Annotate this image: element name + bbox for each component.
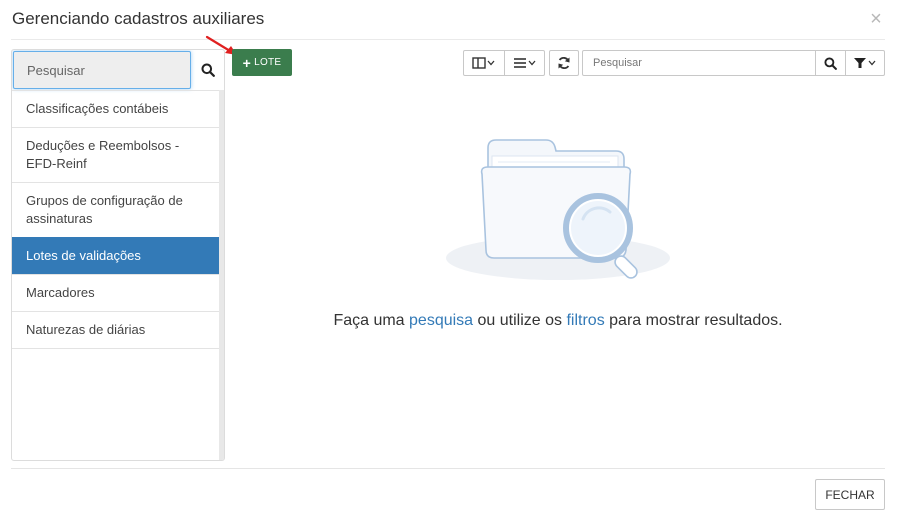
list-icon [513,58,535,68]
main-search-input[interactable] [582,50,816,76]
columns-icon [472,57,495,69]
sidebar-item-marcadores[interactable]: Marcadores [12,274,219,311]
search-icon [824,56,837,70]
sidebar-list: Classificações contábeis Deduções e Reem… [12,90,219,349]
columns-dropdown-button[interactable] [463,50,505,76]
close-icon[interactable]: × [866,9,886,29]
close-button[interactable]: FECHAR [815,479,885,510]
header-divider [11,39,885,40]
sidebar-scrollbar[interactable] [219,90,224,460]
refresh-button[interactable] [549,50,579,76]
main-search-button[interactable] [815,50,846,76]
empty-state-suffix: para mostrar resultados. [604,312,783,329]
filter-dropdown-button[interactable] [845,50,885,76]
empty-state-middle: ou utilize os [473,312,567,329]
filter-icon [854,58,876,68]
refresh-icon [558,56,570,70]
empty-state-message: Faça uma pesquisa ou utilize os filtros … [240,312,876,330]
plus-icon: + [242,54,252,71]
add-lote-label: LOTE [254,57,282,68]
search-link[interactable]: pesquisa [409,312,473,329]
add-lote-button[interactable]: + LOTE [232,49,292,76]
empty-folder-search-icon [446,139,670,280]
sidebar-item-deducoes-reembolsos[interactable]: Deduções e Reembolsos - EFD-Reinf [12,127,219,182]
list-dropdown-button[interactable] [505,50,545,76]
sidebar-item-grupos-configuracao[interactable]: Grupos de configuração de assinaturas [12,182,219,237]
empty-state-prefix: Faça uma [333,312,410,329]
modal-title: Gerenciando cadastros auxiliares [12,9,265,28]
sidebar-item-naturezas-diarias[interactable]: Naturezas de diárias [12,311,219,349]
sidebar-search [12,50,224,90]
sidebar-item-lotes-validacoes[interactable]: Lotes de validações [12,237,219,274]
footer-divider [11,468,885,469]
sidebar-search-input[interactable] [13,51,191,89]
search-icon [201,63,215,77]
sidebar-panel: Classificações contábeis Deduções e Reem… [11,49,225,461]
filters-link[interactable]: filtros [566,312,604,329]
sidebar-item-classificacoes-contabeis[interactable]: Classificações contábeis [12,90,219,127]
